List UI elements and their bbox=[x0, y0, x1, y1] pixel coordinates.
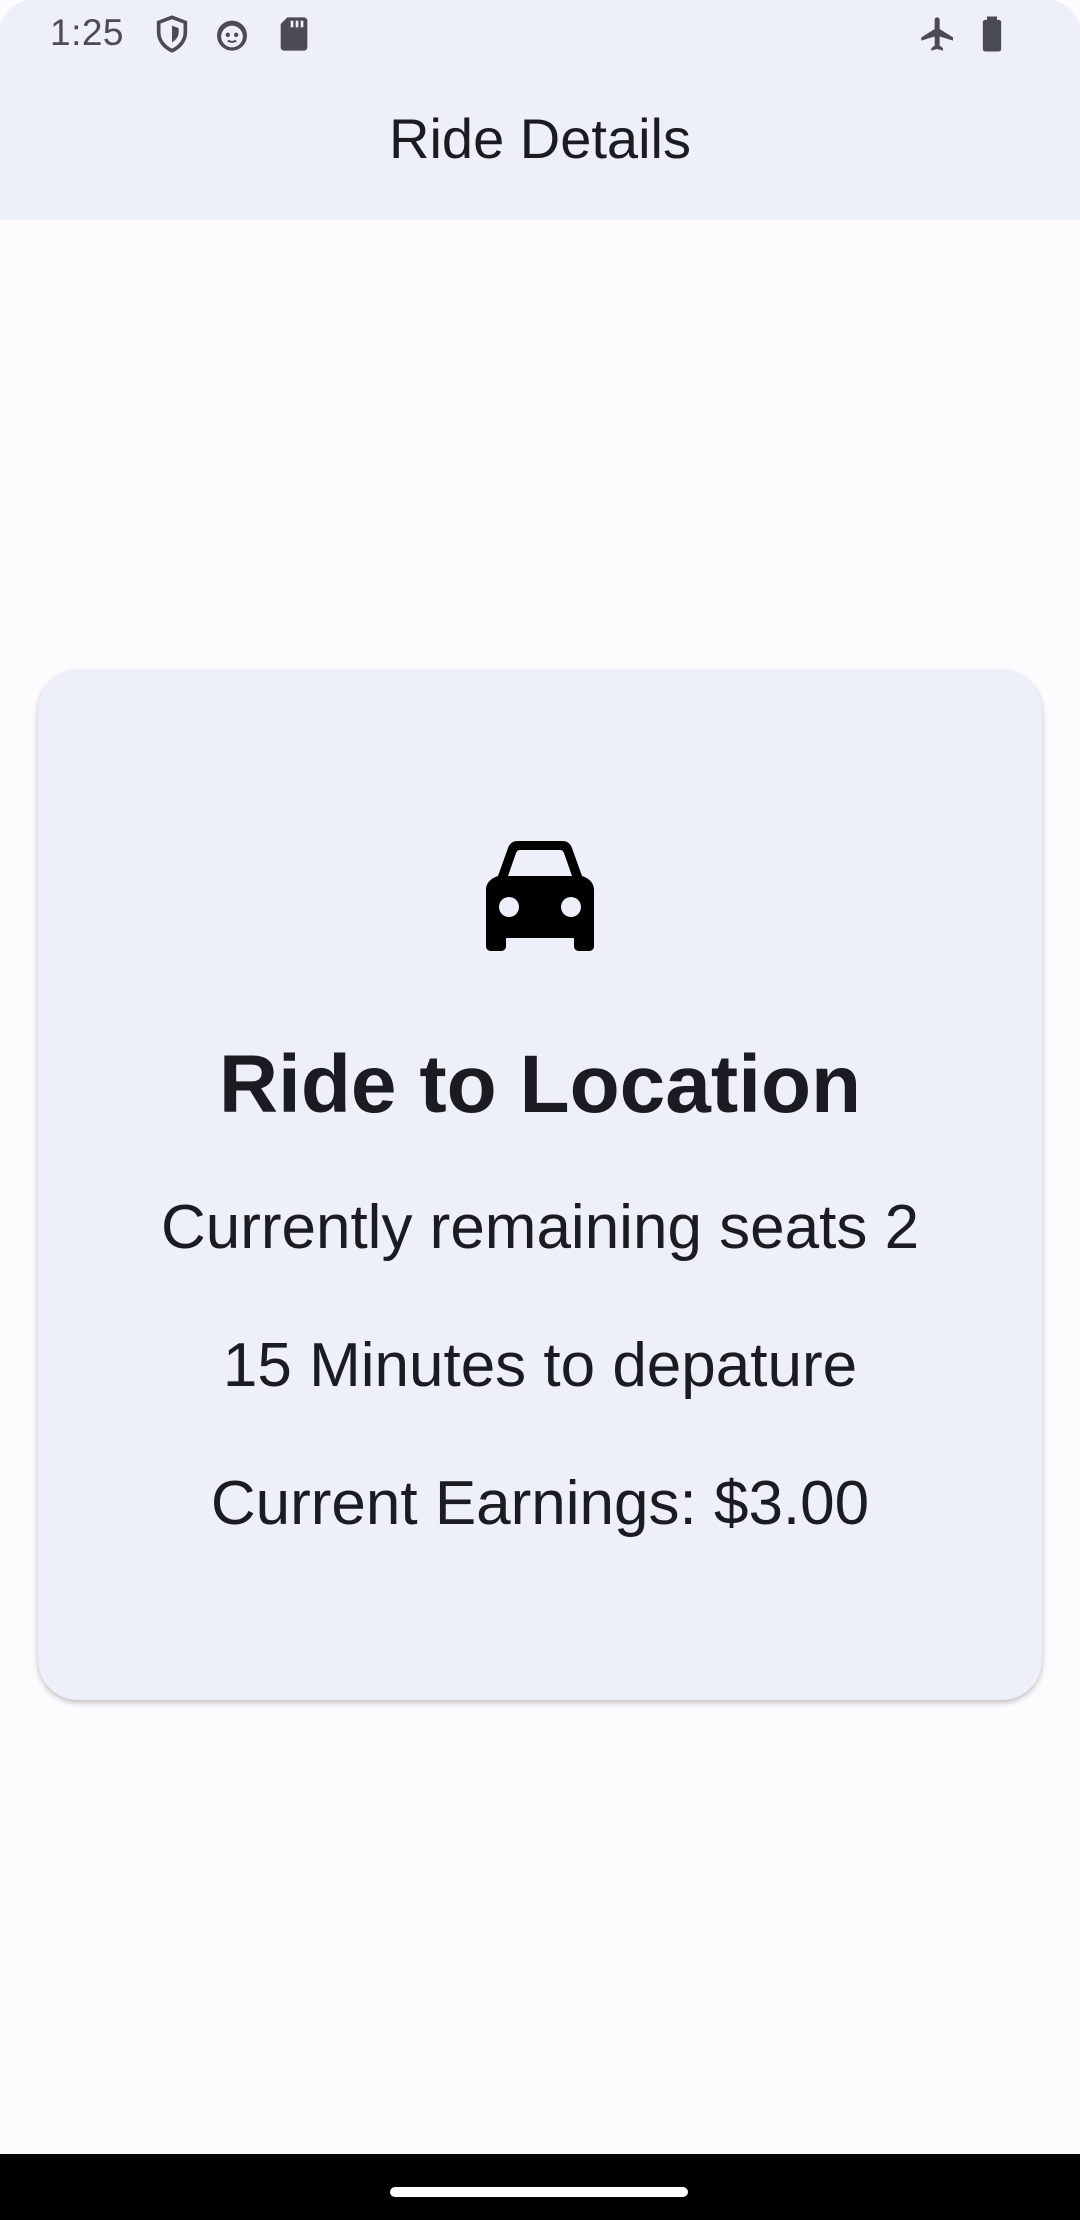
earnings-text: Current Earnings: $3.00 bbox=[210, 1469, 870, 1538]
airplane-mode-icon bbox=[918, 14, 958, 54]
page-title: Ride Details bbox=[389, 107, 691, 170]
ride-title: Ride to Location bbox=[218, 1039, 862, 1130]
status-bar: 1:25 bbox=[0, 0, 1080, 68]
cat-face-icon bbox=[212, 14, 252, 54]
ride-card[interactable]: Ride to Location Currently remaining sea… bbox=[38, 670, 1042, 1700]
status-time: 1:25 bbox=[50, 12, 125, 53]
main-content: Ride to Location Currently remaining sea… bbox=[0, 220, 1080, 2154]
shield-icon bbox=[152, 14, 192, 54]
home-gesture-handle[interactable] bbox=[390, 2187, 688, 2197]
departure-time-text: 15 Minutes to depature bbox=[222, 1331, 858, 1400]
battery-icon bbox=[972, 14, 1012, 54]
top-app-bar: Ride Details bbox=[0, 68, 1080, 220]
navigation-bar bbox=[0, 2154, 1080, 2220]
remaining-seats-text: Currently remaining seats 2 bbox=[160, 1193, 920, 1262]
sd-card-icon bbox=[274, 14, 314, 54]
car-icon bbox=[476, 840, 604, 952]
